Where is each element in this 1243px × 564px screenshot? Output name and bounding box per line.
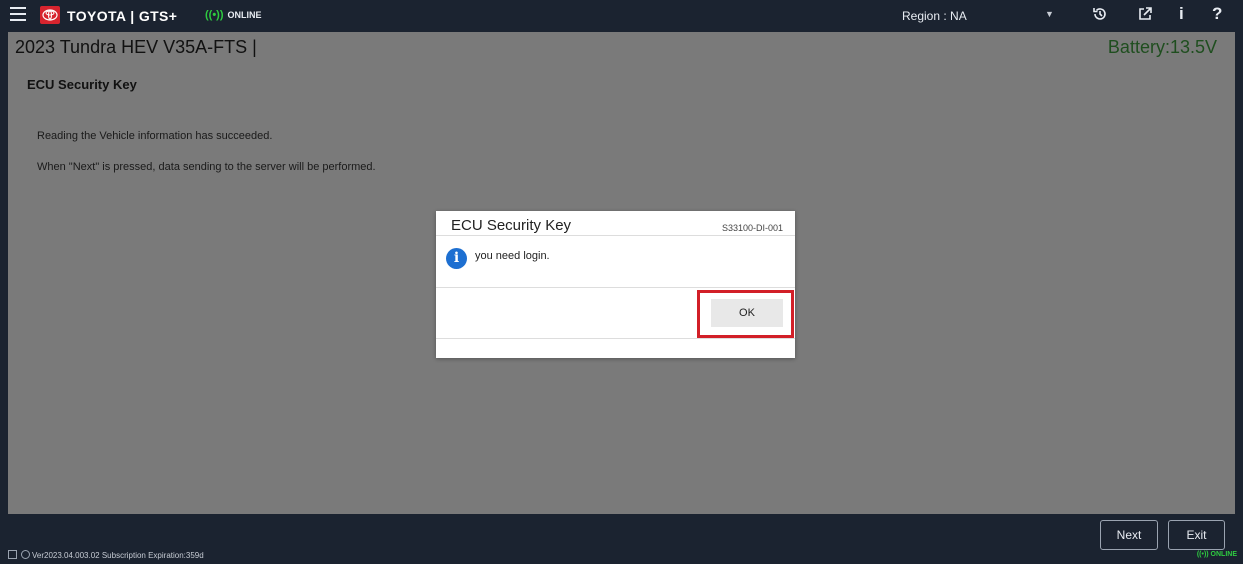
login-dialog: ECU Security Key S33100-DI-001 i you nee…: [436, 211, 795, 358]
online-label: ONLINE: [227, 10, 262, 20]
vehicle-title: 2023 Tundra HEV V35A-FTS |: [15, 37, 257, 57]
info-icon: i: [446, 248, 467, 269]
external-link-icon[interactable]: [1136, 5, 1154, 28]
online-status: ((•)) ONLINE: [205, 9, 262, 21]
region-selector[interactable]: Region : NA: [902, 9, 967, 23]
dialog-title: ECU Security Key: [451, 217, 572, 234]
exit-button[interactable]: Exit: [1168, 520, 1225, 550]
signal-icon: ((•)): [205, 9, 224, 21]
dialog-code: S33100-DI-001: [721, 223, 783, 233]
info-icon[interactable]: i: [1179, 4, 1184, 24]
screen-title: ECU Security Key: [27, 77, 137, 92]
version-info: Ver2023.04.003.02 Subscription Expiratio…: [32, 551, 204, 560]
toyota-logo-icon: [40, 6, 60, 24]
history-icon[interactable]: [1091, 5, 1109, 28]
battery-voltage: Battery:13.5V: [1107, 37, 1217, 57]
dialog-message: you need login.: [475, 250, 550, 262]
menu-icon[interactable]: [10, 7, 26, 23]
help-icon[interactable]: ?: [1212, 4, 1222, 24]
online-status-bottom: ((•)) ONLINE: [1196, 551, 1237, 558]
dialog-body: i you need login.: [436, 235, 795, 288]
checkbox-icon[interactable]: [8, 550, 17, 559]
app-brand: TOYOTA | GTS+: [67, 8, 178, 24]
status-bar: Ver2023.04.003.02 Subscription Expiratio…: [0, 547, 1243, 564]
ok-button[interactable]: OK: [711, 299, 783, 327]
status-message-2: When "Next" is pressed, data sending to …: [37, 161, 376, 173]
next-button[interactable]: Next: [1100, 520, 1158, 550]
top-bar: TOYOTA | GTS+ ((•)) ONLINE Region : NA ▼ …: [0, 0, 1243, 32]
settings-icon[interactable]: [21, 550, 30, 559]
chevron-down-icon[interactable]: ▼: [1045, 9, 1054, 19]
status-message-1: Reading the Vehicle information has succ…: [37, 130, 273, 142]
